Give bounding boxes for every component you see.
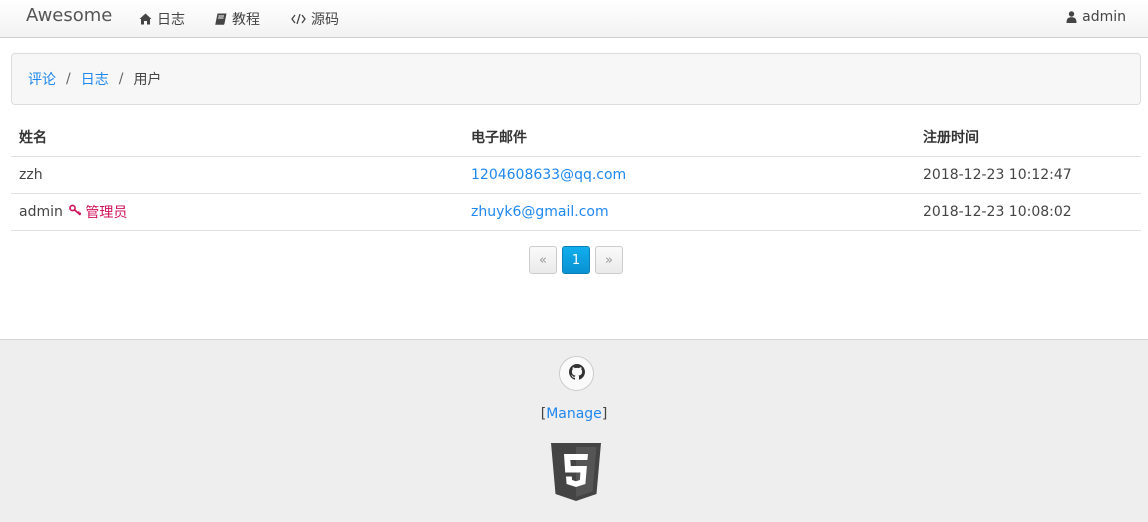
page-button-current[interactable]: 1 [562, 246, 590, 274]
breadcrumb-separator: / [118, 71, 124, 87]
prev-page-button[interactable]: « [529, 246, 557, 274]
brand-logo[interactable]: Awesome [26, 5, 112, 26]
nav-item-blog[interactable]: 日志 [139, 9, 185, 29]
breadcrumb-comments[interactable]: 评论 [28, 69, 56, 89]
table-row: admin 管理员 zhuyk6@gmail.com 2018-12-23 10… [11, 193, 1141, 231]
breadcrumb-current: 用户 [133, 72, 162, 88]
breadcrumb-separator: / [66, 71, 71, 87]
cell-email: 1204608633@qq.com [463, 156, 915, 194]
cell-email: zhuyk6@gmail.com [463, 193, 915, 231]
user-icon [1066, 11, 1077, 23]
key-icon [69, 204, 82, 220]
column-header-registered: 注册时间 [915, 119, 1141, 157]
cell-name: admin 管理员 [11, 193, 463, 231]
next-page-button[interactable]: » [595, 246, 623, 274]
table-row: zzh 1204608633@qq.com 2018-12-23 10:12:4… [11, 156, 1141, 194]
nav-item-tutorial[interactable]: 教程 [215, 9, 260, 29]
github-button[interactable] [559, 356, 594, 391]
user-name-text: zzh [19, 166, 43, 183]
footer: [Manage] [0, 339, 1148, 522]
top-navbar: Awesome 日志 教程 源码 admin [0, 0, 1148, 38]
column-header-email: 电子邮件 [463, 119, 915, 157]
admin-badge: 管理员 [69, 202, 127, 222]
cell-name: zzh [11, 156, 463, 194]
user-name: admin [1082, 9, 1126, 25]
users-table: 姓名 电子邮件 注册时间 zzh 1204608633@qq.com 2018-… [11, 119, 1141, 231]
column-header-name: 姓名 [11, 119, 463, 157]
email-link[interactable]: 1204608633@qq.com [471, 167, 626, 183]
nav-label-blog: 日志 [157, 12, 185, 28]
user-menu[interactable]: admin [1066, 9, 1126, 25]
html5-logo-icon [551, 443, 601, 505]
pagination: « 1 » [529, 246, 623, 274]
bracket-close: ] [601, 406, 608, 422]
table-header-row: 姓名 电子邮件 注册时间 [11, 119, 1141, 157]
breadcrumb-blogs[interactable]: 日志 [81, 69, 109, 89]
cell-registered: 2018-12-23 10:12:47 [915, 156, 1141, 194]
email-link[interactable]: zhuyk6@gmail.com [471, 204, 609, 220]
user-name-text: admin [19, 203, 63, 220]
github-icon [568, 363, 585, 384]
admin-badge-label: 管理员 [85, 204, 128, 221]
nav-label-tutorial: 教程 [232, 12, 260, 28]
manage-link[interactable]: Manage [546, 406, 602, 422]
breadcrumb: 评论 / 日志 / 用户 [11, 53, 1141, 105]
code-icon [291, 13, 306, 25]
nav-label-source: 源码 [311, 12, 339, 28]
book-icon [215, 13, 227, 25]
cell-registered: 2018-12-23 10:08:02 [915, 193, 1141, 231]
manage-link-wrapper: [Manage] [0, 406, 1148, 422]
home-icon [139, 13, 152, 25]
nav-item-source[interactable]: 源码 [291, 9, 339, 29]
